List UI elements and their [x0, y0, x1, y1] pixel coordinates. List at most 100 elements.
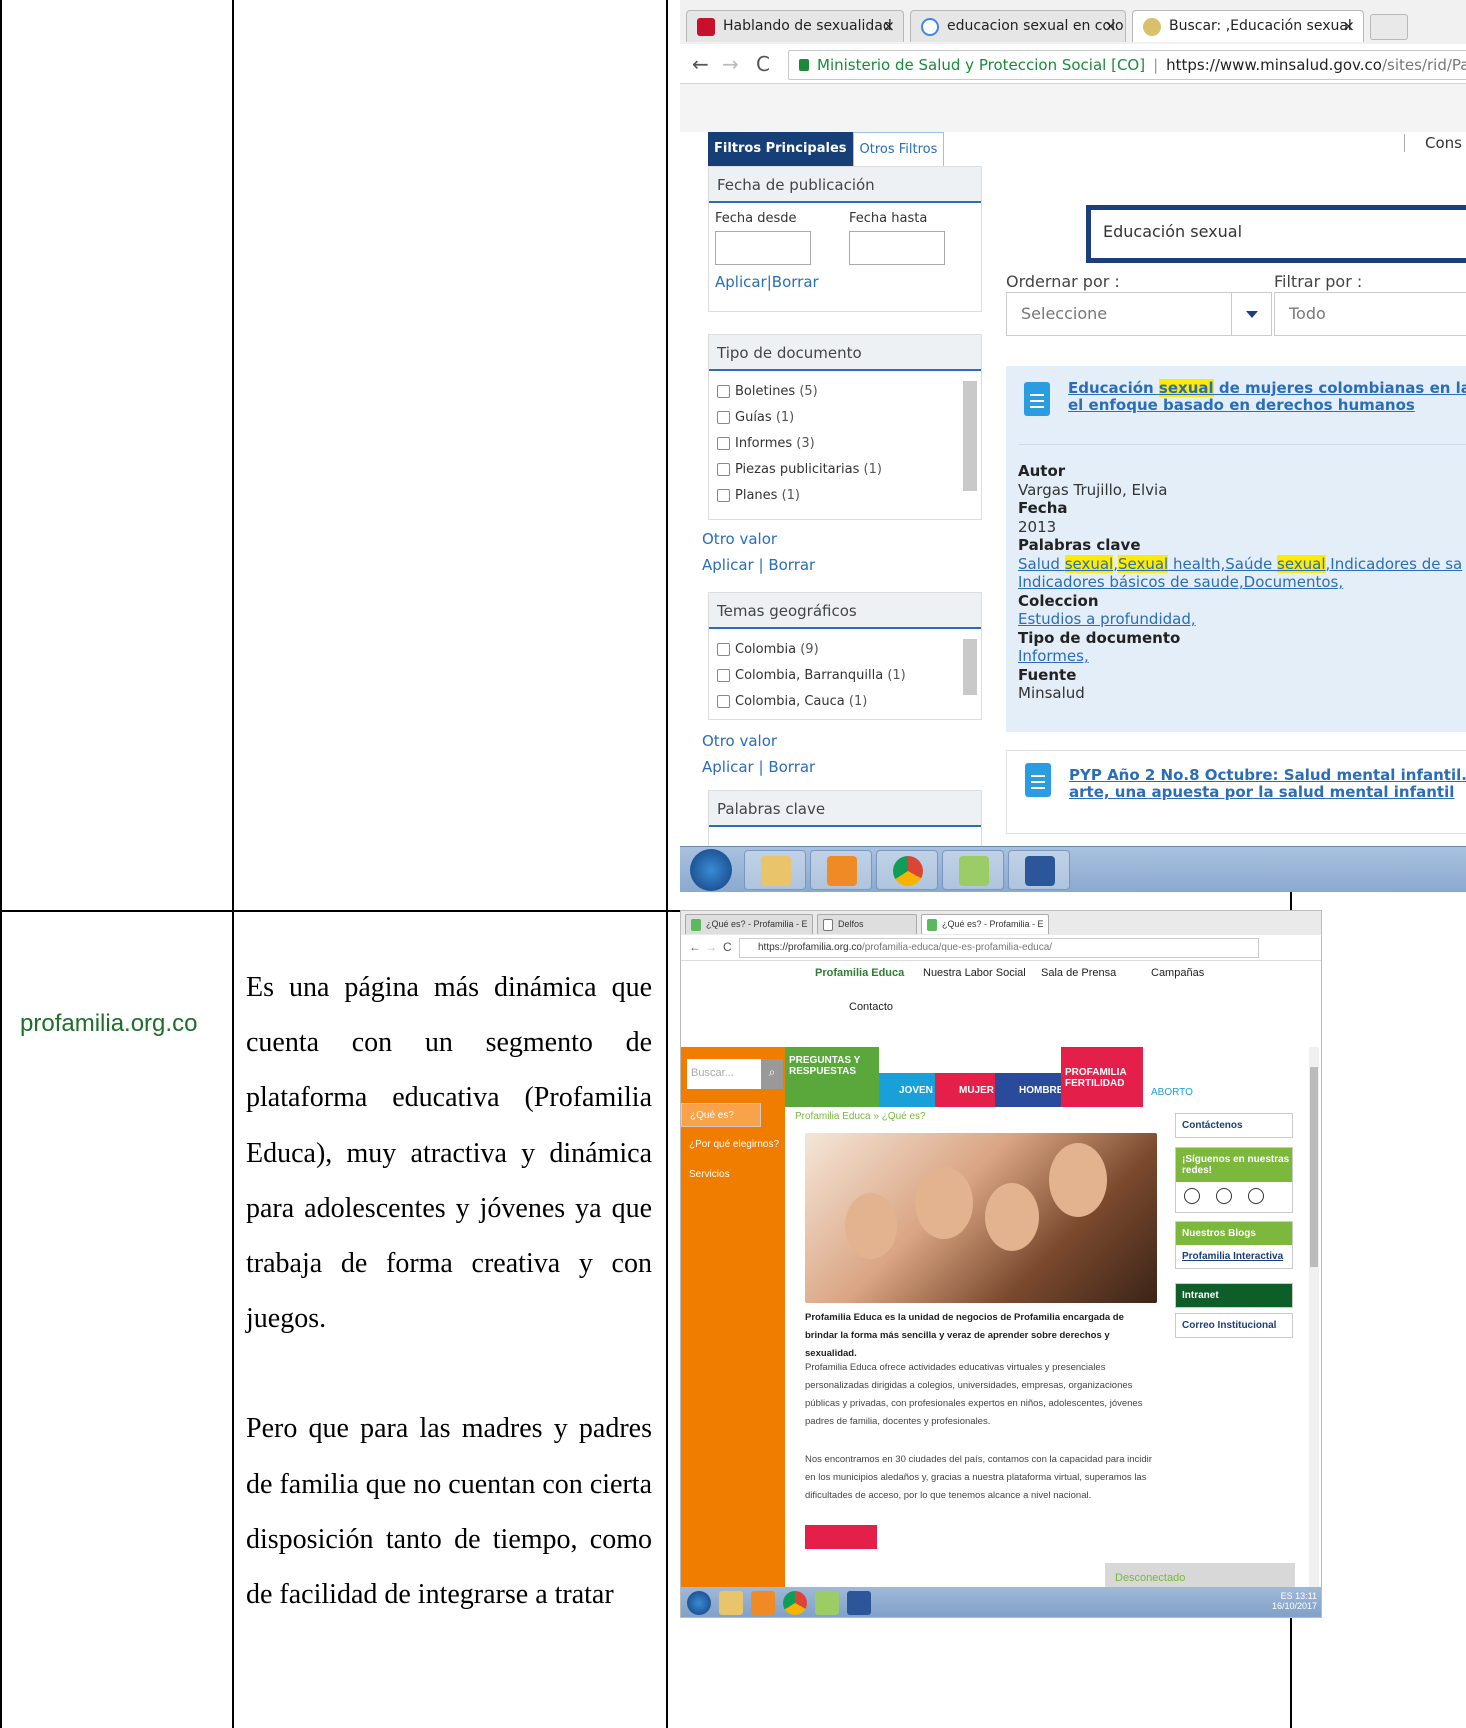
type-link[interactable]: Informes, — [1018, 647, 1089, 665]
other-value-link[interactable]: Otro valor — [702, 732, 777, 750]
result-title-link[interactable]: Educación sexual de mujeres colombianas … — [1068, 379, 1466, 414]
nav-labor-social[interactable]: Nuestra Labor Social — [923, 967, 1026, 979]
file-explorer-icon[interactable] — [744, 850, 806, 890]
chrome-icon[interactable] — [783, 1591, 807, 1615]
tab-filtros-principales[interactable]: Filtros Principales — [708, 132, 853, 166]
blog-link[interactable]: Profamilia Interactiva — [1176, 1245, 1292, 1268]
collection-link[interactable]: Estudios a profundidad, — [1018, 610, 1196, 628]
description-paragraph-2: Pero que para las madres y padres de fam… — [246, 1413, 652, 1611]
tile-mujer[interactable]: MUJER — [935, 1073, 995, 1107]
nav-sala-prensa[interactable]: Sala de Prensa — [1041, 967, 1116, 979]
forward-arrow-icon[interactable]: → — [705, 940, 717, 954]
browser-tab-1[interactable]: Hablando de sexualidad × — [686, 10, 904, 42]
forward-arrow-icon[interactable]: → — [722, 52, 739, 76]
tab-label: Buscar: ,Educación sexual — [1169, 18, 1352, 34]
back-arrow-icon[interactable]: ← — [689, 940, 701, 954]
windows-start-icon[interactable] — [687, 1591, 711, 1615]
order-label: Ordernar por : — [1006, 272, 1120, 291]
tile-aborto[interactable]: ABORTO — [1151, 1087, 1193, 1098]
checkbox-piezas-publicitarias[interactable]: Piezas publicitarias (1) — [709, 457, 981, 483]
apply-link[interactable]: Aplicar — [715, 273, 767, 291]
browser-tab-2[interactable]: educacion sexual en colo × — [910, 10, 1126, 42]
filter-select[interactable]: Todo — [1274, 292, 1466, 336]
intranet-box[interactable]: Intranet — [1175, 1283, 1293, 1308]
checkbox-informes[interactable]: Informes (3) — [709, 431, 981, 457]
url-domain: https://www.minsalud.gov.co — [1166, 56, 1382, 74]
side-menu-que-es[interactable]: ¿Qué es? — [681, 1103, 761, 1127]
apply-link[interactable]: Aplicar — [702, 556, 754, 574]
checkbox-colombia-barranquilla[interactable]: Colombia, Barranquilla (1) — [709, 663, 981, 689]
instagram-icon[interactable] — [1248, 1188, 1264, 1204]
clear-link[interactable]: Borrar — [768, 556, 815, 574]
search-input[interactable]: Buscar... — [687, 1059, 761, 1089]
browser-tab-2[interactable]: Delfos — [817, 914, 917, 934]
url-input[interactable]: https://profamilia.org.co/profamilia-edu… — [739, 938, 1259, 958]
browser-tab-3[interactable]: ¿Qué es? - Profamilia - E — [921, 914, 1049, 934]
search-input[interactable]: Educación sexual — [1086, 205, 1466, 263]
language-indicator[interactable]: ES — [1281, 1591, 1293, 1601]
red-button[interactable] — [805, 1525, 877, 1549]
chrome-icon[interactable] — [876, 850, 938, 890]
doc-type-scrollbar[interactable] — [963, 381, 977, 491]
tile-fertilidad[interactable]: PROFAMILIA FERTILIDAD — [1061, 1047, 1143, 1107]
checkbox-boletines[interactable]: Boletines (5) — [709, 379, 981, 405]
apply-link[interactable]: Aplicar — [702, 758, 754, 776]
new-tab-button[interactable] — [1370, 14, 1408, 40]
order-select[interactable]: Seleccione — [1006, 292, 1272, 336]
date-from-input[interactable] — [715, 231, 811, 265]
tile-hombre[interactable]: HOMBRE — [995, 1073, 1063, 1107]
tile-joven[interactable]: JOVEN — [879, 1073, 935, 1107]
back-arrow-icon[interactable]: ← — [692, 52, 709, 76]
checkbox-colombia-cauca[interactable]: Colombia, Cauca (1) — [709, 689, 981, 715]
cons-link[interactable]: Cons — [1404, 134, 1462, 152]
filter-tabs: Filtros Principales Otros Filtros — [708, 132, 945, 166]
windows-taskbar — [680, 846, 1466, 892]
keywords-links-line2[interactable]: Indicadores básicos de saude,Documentos, — [1018, 573, 1343, 591]
clear-link[interactable]: Borrar — [768, 758, 815, 776]
secure-site-label: Ministerio de Salud y Proteccion Social … — [817, 56, 1146, 74]
chevron-down-icon — [1231, 293, 1271, 335]
tab-otros-filtros[interactable]: Otros Filtros — [852, 132, 945, 166]
url-input[interactable]: Ministerio de Salud y Proteccion Social … — [788, 50, 1466, 80]
windows-start-icon[interactable] — [690, 849, 732, 891]
browser-tab-3[interactable]: Buscar: ,Educación sexual × — [1132, 10, 1364, 42]
file-explorer-icon[interactable] — [719, 1591, 743, 1615]
search-icon[interactable]: ⌕ — [761, 1059, 783, 1089]
close-icon[interactable]: × — [1104, 17, 1117, 35]
checkbox-planes[interactable]: Planes (1) — [709, 483, 981, 509]
word-icon[interactable] — [1008, 850, 1070, 890]
mail-box[interactable]: Correo Institucional — [1175, 1313, 1293, 1338]
keywords-links[interactable]: Salud sexual,Sexual health,Saúde sexual,… — [1018, 554, 1462, 573]
system-tray: ES 13:11 16/10/2017 — [1272, 1591, 1317, 1611]
other-value-link[interactable]: Otro valor — [702, 530, 777, 548]
profamilia-icon — [691, 919, 701, 931]
clear-link[interactable]: Borrar — [772, 273, 819, 291]
side-menu-por-que[interactable]: ¿Por qué elegirnos? — [689, 1139, 779, 1150]
libraries-icon[interactable] — [942, 850, 1004, 890]
reload-icon[interactable]: C — [723, 940, 732, 954]
date-to-input[interactable] — [849, 231, 945, 265]
libraries-icon[interactable] — [815, 1591, 839, 1615]
facebook-icon[interactable] — [1184, 1188, 1200, 1204]
browser-tab-1[interactable]: ¿Qué es? - Profamilia - E — [685, 914, 813, 934]
checkbox-colombia[interactable]: Colombia (9) — [709, 637, 981, 663]
close-icon[interactable]: × — [1342, 17, 1355, 35]
close-icon[interactable]: × — [882, 17, 895, 35]
nav-profamilia-educa[interactable]: Profamilia Educa — [815, 967, 904, 979]
side-menu-servicios[interactable]: Servicios — [689, 1169, 730, 1180]
keywords-header: Palabras clave — [709, 791, 981, 827]
contact-box[interactable]: Contáctenos — [1175, 1113, 1293, 1138]
nav-contacto[interactable]: Contacto — [849, 1001, 893, 1013]
word-icon[interactable] — [847, 1591, 871, 1615]
media-player-icon[interactable] — [751, 1591, 775, 1615]
reload-icon[interactable]: C — [756, 52, 770, 76]
geo-scrollbar[interactable] — [963, 639, 977, 695]
page-scrollbar[interactable] — [1309, 1047, 1319, 1587]
checkbox-guias[interactable]: Guías (1) — [709, 405, 981, 431]
body-paragraph-1: Profamilia Educa ofrece actividades educ… — [805, 1362, 1143, 1427]
result-title-link[interactable]: PYP Año 2 No.8 Octubre: Salud mental inf… — [1069, 767, 1466, 801]
media-player-icon[interactable] — [810, 850, 872, 890]
twitter-icon[interactable] — [1216, 1188, 1232, 1204]
nav-campanas[interactable]: Campañas — [1151, 967, 1204, 979]
tile-preguntas[interactable]: PREGUNTAS Y RESPUESTAS — [785, 1047, 879, 1107]
